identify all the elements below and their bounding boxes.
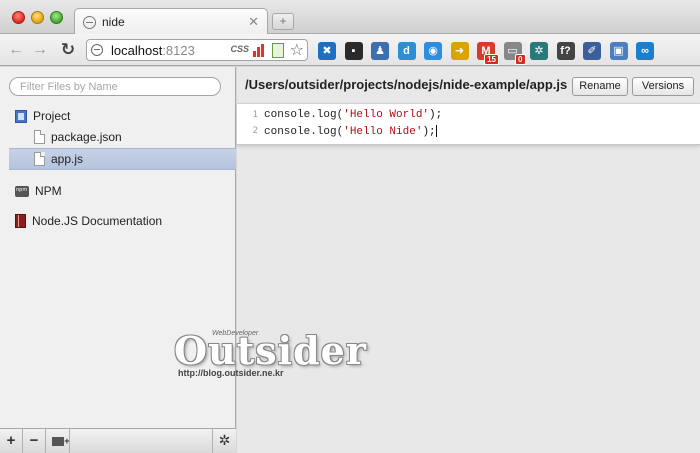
gmail-ext-icon[interactable]: M 15 xyxy=(477,42,499,65)
add-file-button[interactable]: + xyxy=(0,429,23,453)
browser-titlebar: nide ✕ + xyxy=(0,0,700,35)
rename-button[interactable]: Rename xyxy=(572,77,628,96)
search-ext-icon[interactable]: ◉ xyxy=(424,42,442,60)
screenshot-ext-icon[interactable]: ▣ xyxy=(609,42,628,60)
new-tab-button[interactable]: + xyxy=(272,13,294,30)
editor-pane: /Users/outsider/projects/nodejs/nide-exa… xyxy=(237,67,700,453)
project-label: Project xyxy=(33,109,71,123)
zoom-window-button[interactable] xyxy=(50,11,63,24)
fquestion-ext-icon[interactable]: f? xyxy=(556,42,575,60)
code-call: console.log( xyxy=(264,109,344,121)
docs-label: Node.JS Documentation xyxy=(32,214,163,228)
url-host: localhost xyxy=(111,42,163,58)
browser-tab[interactable]: nide ✕ xyxy=(74,8,268,35)
code-suffix: ); xyxy=(422,125,436,138)
css-badge[interactable]: CSS xyxy=(230,44,249,54)
code-string: 'Hello World' xyxy=(343,109,430,121)
globe-icon xyxy=(83,15,96,29)
d-ext-icon[interactable]: d xyxy=(397,42,416,60)
tree-item-npm[interactable]: NPM xyxy=(0,180,236,202)
people-ext-icon[interactable]: ♟ xyxy=(371,42,389,60)
globe-icon xyxy=(91,44,103,56)
back-button[interactable]: ← xyxy=(6,40,26,60)
sidebar-footer: + − ✲ xyxy=(0,428,236,453)
file-label: app.js xyxy=(51,152,84,166)
code-line[interactable]: console.log('Hello World'); xyxy=(264,109,442,121)
minimize-window-button[interactable] xyxy=(31,11,44,24)
project-icon xyxy=(15,109,27,123)
npm-icon xyxy=(15,185,29,197)
tab-close-icon[interactable]: ✕ xyxy=(248,14,259,30)
extension-badge: 15 xyxy=(484,54,499,65)
file-path: /Users/outsider/projects/nodejs/nide-exa… xyxy=(245,77,568,92)
file-icon xyxy=(34,130,45,144)
extension-badge: 0 xyxy=(515,54,526,65)
settings-gear-button[interactable]: ✲ xyxy=(212,429,236,453)
tree-item-project[interactable]: Project xyxy=(0,105,236,127)
globe-ext-icon[interactable]: ✲ xyxy=(530,42,548,60)
delicious-ext-icon[interactable]: ▪ xyxy=(344,42,363,60)
file-sidebar: Project package.json app.js NPM Node.JS … xyxy=(0,67,236,453)
filter-files-input[interactable] xyxy=(9,77,221,96)
path-bar: /Users/outsider/projects/nodejs/nide-exa… xyxy=(237,67,700,103)
versions-button[interactable]: Versions xyxy=(632,77,694,96)
npm-label: NPM xyxy=(35,184,62,198)
tree-item-app-js[interactable]: app.js xyxy=(9,148,236,170)
tab-title: nide xyxy=(102,15,125,29)
file-icon xyxy=(34,152,45,166)
page-action-icon[interactable] xyxy=(272,43,284,58)
url-port: :8123 xyxy=(162,42,195,58)
line-number: 2 xyxy=(252,126,258,136)
code-suffix: ); xyxy=(429,109,443,121)
tree-item-package-json[interactable]: package.json xyxy=(0,126,236,148)
eyedropper-ext-icon[interactable]: ✐ xyxy=(583,42,601,60)
bookmark-star-icon[interactable]: ☆ xyxy=(290,40,304,60)
infinity-ext-icon[interactable]: ∞ xyxy=(636,42,654,60)
remove-file-button[interactable]: − xyxy=(23,429,46,453)
arrow-phone-ext-icon[interactable]: ➜ xyxy=(450,42,469,60)
code-line[interactable]: console.log('Hello Nide'); xyxy=(264,125,437,138)
line-number: 1 xyxy=(252,110,258,120)
code-string: 'Hello Nide' xyxy=(343,125,423,138)
puzzle-ext-icon[interactable]: ✖ xyxy=(318,42,336,60)
reader-ext-icon[interactable]: ▭ 0 xyxy=(503,42,526,65)
forward-button[interactable]: → xyxy=(30,40,50,60)
bar-chart-icon[interactable] xyxy=(253,44,264,57)
browser-toolbar: ← → ↻ localhost:8123 CSS ☆ ✖ ▪ ♟ d ◉ ➜ M 15 ▭ 0 ✲ f… xyxy=(0,34,700,66)
text-cursor xyxy=(435,125,437,137)
file-label: package.json xyxy=(51,130,122,144)
close-window-button[interactable] xyxy=(12,11,25,24)
address-bar[interactable]: localhost:8123 CSS ☆ xyxy=(86,39,308,61)
tree-item-docs[interactable]: Node.JS Documentation xyxy=(0,210,236,232)
code-editor[interactable]: 1 2 console.log('Hello World'); console.… xyxy=(237,103,700,145)
folder-add-icon xyxy=(51,430,70,453)
url-text[interactable]: localhost:8123 xyxy=(111,43,195,58)
add-folder-button[interactable] xyxy=(46,429,70,453)
code-call: console.log( xyxy=(264,125,344,138)
book-icon xyxy=(15,214,26,228)
reload-button[interactable]: ↻ xyxy=(58,40,78,60)
